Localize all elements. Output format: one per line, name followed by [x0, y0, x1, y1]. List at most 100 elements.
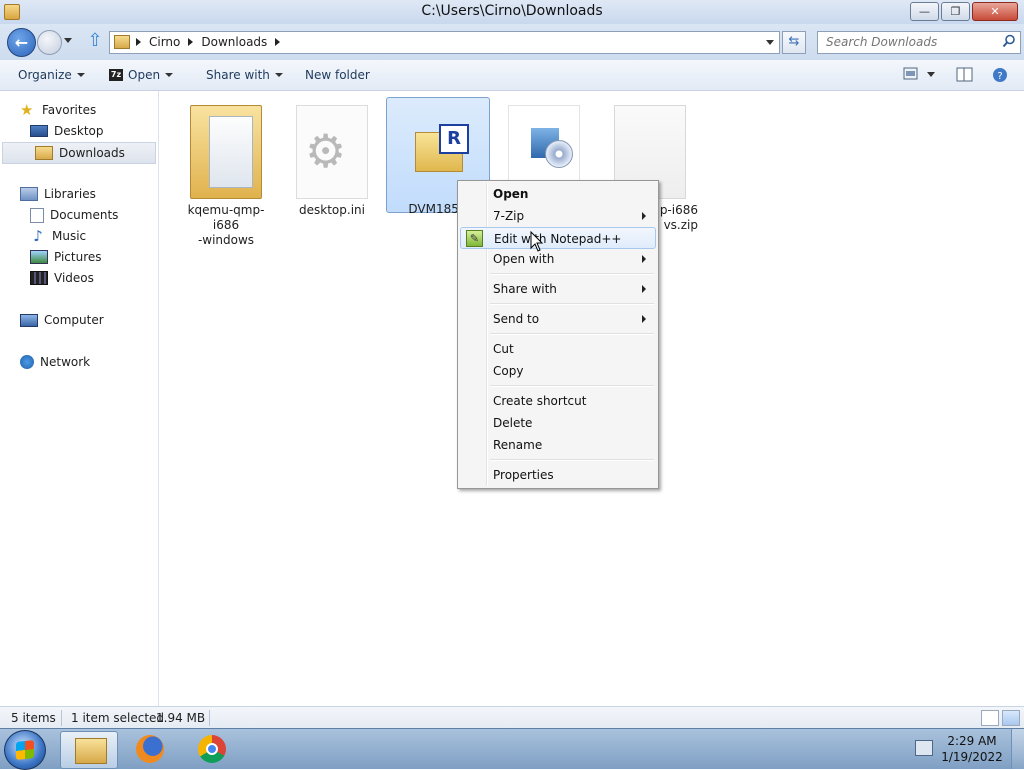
nav-network-label: Network — [40, 355, 91, 369]
address-dropdown-icon[interactable] — [766, 40, 774, 45]
file-item-kqemu-folder[interactable]: kqemu-qmp-i686 -windows — [178, 97, 274, 247]
menu-item-rename[interactable]: Rename — [460, 434, 654, 456]
seven-zip-icon: 7z — [109, 69, 123, 81]
menu-item-copy[interactable]: Copy — [460, 360, 654, 382]
breadcrumb-cirno[interactable]: Cirno — [149, 35, 180, 49]
status-divider — [61, 710, 62, 726]
window-title: C:\Users\Cirno\Downloads — [421, 3, 603, 19]
menu-item-send-to[interactable]: Send to — [460, 308, 654, 330]
preview-pane-button[interactable] — [956, 67, 974, 86]
breadcrumb-downloads[interactable]: Downloads — [201, 35, 267, 49]
folder-icon — [114, 35, 130, 49]
star-icon: ★ — [20, 101, 34, 119]
help-icon: ? — [993, 68, 1007, 82]
file-item-installer[interactable] — [496, 97, 592, 199]
show-desktop-button[interactable] — [1011, 729, 1024, 769]
menu-item-share-with[interactable]: Share with — [460, 278, 654, 300]
windows-logo-icon — [16, 740, 34, 760]
chevron-right-icon[interactable] — [188, 38, 194, 46]
menu-item-edit-notepadpp[interactable]: ✎ Edit with Notepad++ — [460, 227, 656, 249]
chrome-icon — [198, 735, 226, 763]
menu-item-7zip[interactable]: 7-Zip — [460, 205, 654, 227]
navigation-bar: ← ⇧ Cirno Downloads ⇆ — [0, 24, 1024, 60]
open-button[interactable]: 7z Open — [109, 68, 174, 82]
minimize-button[interactable]: — — [910, 2, 939, 21]
view-toggle — [981, 710, 1020, 726]
system-clock[interactable]: 2:29 AM 1/19/2022 — [940, 733, 1004, 765]
address-bar[interactable]: Cirno Downloads — [109, 31, 780, 54]
back-button[interactable]: ← — [7, 28, 36, 57]
clock-date: 1/19/2022 — [941, 750, 1003, 764]
taskbar-firefox[interactable] — [122, 731, 178, 767]
window-controls: — ❐ ✕ — [910, 2, 1018, 21]
nav-pictures[interactable]: Pictures — [30, 247, 102, 267]
share-with-button[interactable]: Share with — [206, 68, 283, 82]
search-input[interactable] — [824, 34, 998, 50]
menu-separator — [490, 273, 654, 275]
clock-time: 2:29 AM — [947, 734, 997, 748]
submenu-arrow-icon — [642, 285, 646, 293]
open-label: Open — [128, 68, 161, 82]
nav-videos-label: Videos — [54, 271, 94, 285]
search-box[interactable] — [817, 31, 1021, 54]
settings-file-icon — [296, 105, 368, 199]
menu-item-delete[interactable]: Delete — [460, 412, 654, 434]
title-bar: C:\Users\Cirno\Downloads — ❐ ✕ — [0, 0, 1024, 24]
details-view-icon[interactable] — [981, 710, 999, 726]
nav-favorites[interactable]: ★ Favorites — [20, 100, 96, 120]
chevron-right-icon[interactable] — [136, 38, 141, 46]
new-folder-label: New folder — [305, 68, 370, 82]
new-folder-button[interactable]: New folder — [305, 68, 370, 82]
close-button[interactable]: ✕ — [972, 2, 1018, 21]
up-arrow-icon[interactable]: ⇧ — [86, 32, 104, 50]
menu-separator — [490, 303, 654, 305]
folder-icon — [190, 105, 262, 199]
videos-icon — [30, 271, 48, 285]
nav-computer[interactable]: Computer — [20, 310, 104, 330]
search-icon[interactable] — [1002, 34, 1016, 48]
nav-network[interactable]: Network — [20, 352, 90, 372]
change-view-button[interactable] — [903, 67, 935, 84]
file-item-desktop-ini[interactable]: desktop.ini — [284, 97, 380, 227]
menu-item-properties[interactable]: Properties — [460, 464, 654, 486]
nav-music[interactable]: ♪ Music — [30, 226, 86, 246]
share-with-label: Share with — [206, 68, 270, 82]
nav-videos[interactable]: Videos — [30, 268, 94, 288]
navigation-pane: ★ Favorites Desktop Downloads Libraries D… — [0, 91, 159, 706]
network-icon — [20, 355, 34, 369]
taskbar-explorer[interactable] — [60, 731, 118, 769]
nav-libraries[interactable]: Libraries — [20, 184, 96, 204]
nav-documents-label: Documents — [50, 208, 119, 222]
help-button[interactable]: ? — [992, 67, 1008, 86]
maximize-button[interactable]: ❐ — [941, 2, 970, 21]
desktop-icon — [30, 125, 48, 137]
nav-documents[interactable]: Documents — [30, 205, 118, 225]
music-icon: ♪ — [33, 227, 43, 245]
menu-item-open-with[interactable]: Open with — [460, 248, 654, 270]
status-bar: 5 items 1 item selected 1.94 MB — [0, 706, 1024, 729]
menu-item-open[interactable]: Open — [460, 183, 654, 205]
mouse-cursor-icon — [530, 231, 544, 252]
network-tray-icon[interactable] — [915, 740, 933, 756]
menu-item-cut[interactable]: Cut — [460, 338, 654, 360]
nav-downloads[interactable]: Downloads — [2, 142, 156, 164]
explorer-icon — [75, 738, 107, 764]
menu-item-create-shortcut[interactable]: Create shortcut — [460, 390, 654, 412]
libraries-icon — [20, 187, 38, 201]
context-menu: Open 7-Zip ✎ Edit with Notepad++ Open wit… — [457, 180, 659, 489]
start-button[interactable] — [4, 730, 46, 770]
status-divider — [209, 710, 210, 726]
refresh-button[interactable]: ⇆ — [782, 31, 806, 54]
large-icons-view-icon[interactable] — [1002, 710, 1020, 726]
taskbar: 2:29 AM 1/19/2022 — [0, 728, 1024, 770]
recent-pages-dropdown[interactable] — [64, 38, 72, 43]
submenu-arrow-icon — [642, 315, 646, 323]
menu-separator — [490, 333, 654, 335]
nav-downloads-label: Downloads — [59, 146, 125, 160]
nav-music-label: Music — [52, 229, 87, 243]
forward-button[interactable] — [37, 30, 62, 55]
taskbar-chrome[interactable] — [184, 731, 240, 767]
organize-button[interactable]: Organize — [18, 68, 85, 82]
nav-desktop[interactable]: Desktop — [30, 121, 104, 141]
chevron-right-icon[interactable] — [275, 38, 281, 46]
